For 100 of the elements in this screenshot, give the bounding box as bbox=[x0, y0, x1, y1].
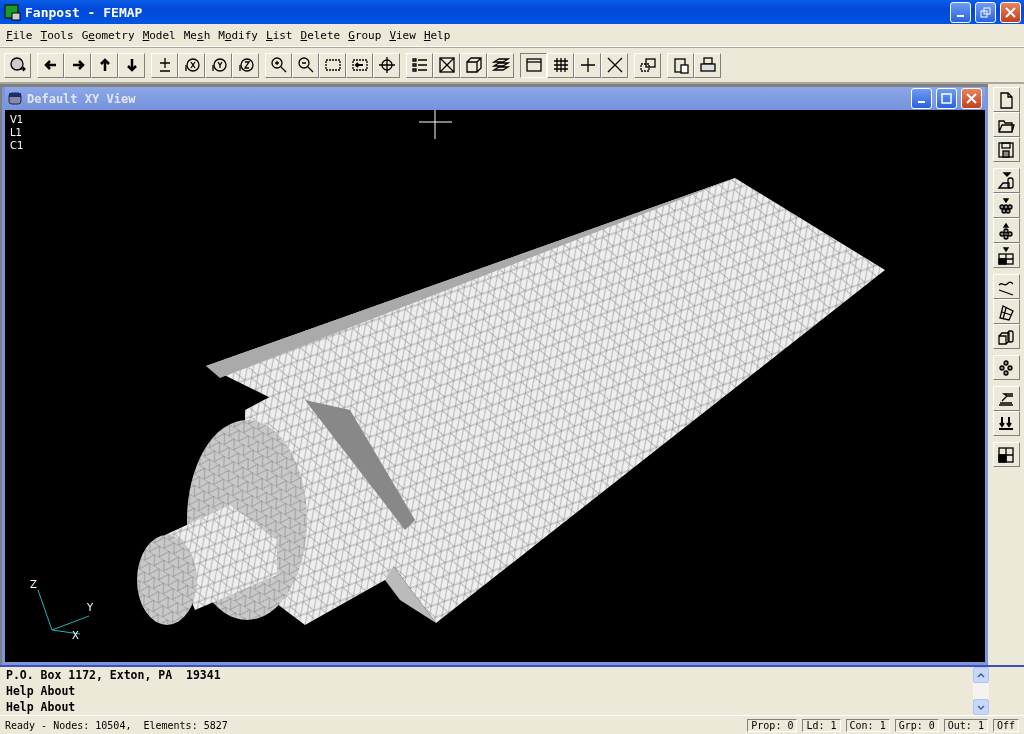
cursor-crosshair-icon bbox=[419, 110, 452, 139]
node-cluster-down-button[interactable] bbox=[992, 193, 1020, 218]
status-pane: Con: 1 bbox=[845, 718, 890, 732]
minimize-button[interactable] bbox=[911, 88, 932, 109]
up-arrow-button[interactable] bbox=[91, 52, 118, 78]
new-file-button[interactable] bbox=[992, 87, 1020, 112]
quadrant-down-button[interactable] bbox=[992, 243, 1020, 268]
rotate-z-button[interactable] bbox=[232, 52, 259, 78]
layers-icon bbox=[491, 56, 510, 74]
cube-icon bbox=[464, 56, 483, 74]
left-arrow-button[interactable] bbox=[37, 52, 64, 78]
maximize-button[interactable] bbox=[936, 88, 957, 109]
view-info-label: L1 bbox=[10, 126, 23, 139]
restore-button[interactable] bbox=[975, 1, 996, 23]
rotate-y-button[interactable] bbox=[205, 52, 232, 78]
view-info-label: V1 bbox=[10, 113, 24, 126]
minimize-button[interactable] bbox=[950, 1, 971, 23]
node-cluster-up-button[interactable] bbox=[992, 218, 1020, 243]
crosshair-icon bbox=[377, 56, 396, 74]
menu-item[interactable]: Tools bbox=[36, 28, 78, 42]
printer-button[interactable] bbox=[694, 52, 721, 78]
up-caret-icon bbox=[977, 672, 985, 678]
close-button[interactable] bbox=[961, 88, 982, 109]
crossed-box-icon bbox=[437, 56, 456, 74]
crossed-box-button[interactable] bbox=[433, 52, 460, 78]
dashed-rectangle-button[interactable] bbox=[319, 52, 346, 78]
overlapping-squares-button[interactable] bbox=[634, 52, 661, 78]
floppy-disk-button[interactable] bbox=[992, 137, 1020, 162]
view-window-title: Default XY View bbox=[27, 91, 137, 106]
menu-item[interactable]: Help bbox=[419, 28, 455, 42]
mesh-surface-icon bbox=[997, 302, 1015, 321]
down-caret-icon bbox=[977, 704, 985, 710]
clipboard-icon bbox=[671, 56, 690, 74]
menu-item[interactable]: View bbox=[385, 28, 420, 42]
message-line: P.O. Box 1172, Exton, PA 19341 bbox=[6, 667, 222, 683]
constraint-button[interactable] bbox=[992, 386, 1020, 411]
axis-label: Y bbox=[87, 602, 94, 613]
quadrant-icon bbox=[997, 445, 1015, 464]
window-title: Fanpost - FEMAP bbox=[25, 4, 144, 20]
close-icon bbox=[966, 93, 977, 104]
clipboard-button[interactable] bbox=[667, 52, 694, 78]
dashed-rectangle-arrow-button[interactable] bbox=[346, 52, 373, 78]
curve-line-button[interactable] bbox=[992, 274, 1020, 299]
minimize-icon bbox=[957, 14, 964, 17]
menu-item[interactable]: List bbox=[262, 28, 297, 42]
scrollbar[interactable] bbox=[973, 667, 989, 715]
zoom-in-icon bbox=[269, 56, 288, 74]
scroll-up-button[interactable] bbox=[973, 667, 989, 683]
right-arrow-button[interactable] bbox=[64, 52, 91, 78]
rotate-y-icon bbox=[209, 56, 228, 74]
close-button[interactable] bbox=[1000, 1, 1021, 23]
mesh-surface-button[interactable] bbox=[992, 299, 1020, 324]
message-line: Help About bbox=[6, 683, 77, 699]
rotate-x-button[interactable] bbox=[178, 52, 205, 78]
scroll-down-button[interactable] bbox=[973, 699, 989, 715]
layers-button[interactable] bbox=[487, 52, 514, 78]
menu-item[interactable]: Geometry bbox=[77, 28, 139, 42]
printer-icon bbox=[698, 56, 717, 74]
menu-item[interactable]: Group bbox=[344, 28, 386, 42]
quadrant-down-icon bbox=[997, 246, 1015, 265]
zoom-out-icon bbox=[296, 56, 315, 74]
quadrant-button[interactable] bbox=[992, 442, 1020, 467]
grid-icon bbox=[551, 56, 570, 74]
plus-minus-button[interactable] bbox=[151, 52, 178, 78]
down-arrow-button[interactable] bbox=[118, 52, 145, 78]
load-arrows-icon bbox=[997, 414, 1015, 433]
plus-button[interactable] bbox=[574, 52, 601, 78]
menu-item[interactable]: Model bbox=[138, 28, 180, 42]
new-file-icon bbox=[997, 90, 1015, 109]
menu-item[interactable]: Modify bbox=[214, 28, 262, 42]
cube-button[interactable] bbox=[460, 52, 487, 78]
restore-icon bbox=[980, 6, 991, 18]
node-cluster-icon bbox=[997, 358, 1015, 377]
status-pane: Prop: 0 bbox=[747, 718, 798, 732]
list-button[interactable] bbox=[406, 52, 433, 78]
load-arrows-button[interactable] bbox=[992, 411, 1020, 436]
crosshair-button[interactable] bbox=[373, 52, 400, 78]
zoom-in-button[interactable] bbox=[265, 52, 292, 78]
node-cluster-down-icon bbox=[997, 196, 1015, 215]
overlapping-squares-icon bbox=[638, 56, 657, 74]
window-button[interactable] bbox=[520, 52, 547, 78]
app-icon bbox=[4, 3, 21, 21]
close-icon bbox=[1005, 6, 1016, 18]
node-cluster-up-icon bbox=[997, 221, 1015, 240]
grid-button[interactable] bbox=[547, 52, 574, 78]
status-pane: Out: 1 bbox=[943, 718, 988, 732]
globe-arrow-button[interactable] bbox=[4, 52, 31, 78]
window-icon bbox=[524, 56, 543, 74]
open-folder-button[interactable] bbox=[992, 112, 1020, 137]
node-cluster-button[interactable] bbox=[992, 355, 1020, 380]
menu-item[interactable]: Delete bbox=[296, 28, 345, 42]
cross-button[interactable] bbox=[601, 52, 628, 78]
solid-cube-cylinder-button[interactable] bbox=[992, 324, 1020, 349]
menu-item[interactable]: File bbox=[2, 28, 37, 42]
zoom-out-button[interactable] bbox=[292, 52, 319, 78]
minimize-icon bbox=[918, 101, 925, 103]
solid-cube-cylinder-icon bbox=[997, 327, 1015, 346]
cross-icon bbox=[605, 56, 624, 74]
solid-shapes-button[interactable] bbox=[992, 168, 1020, 193]
menu-item[interactable]: Mesh bbox=[179, 28, 215, 42]
